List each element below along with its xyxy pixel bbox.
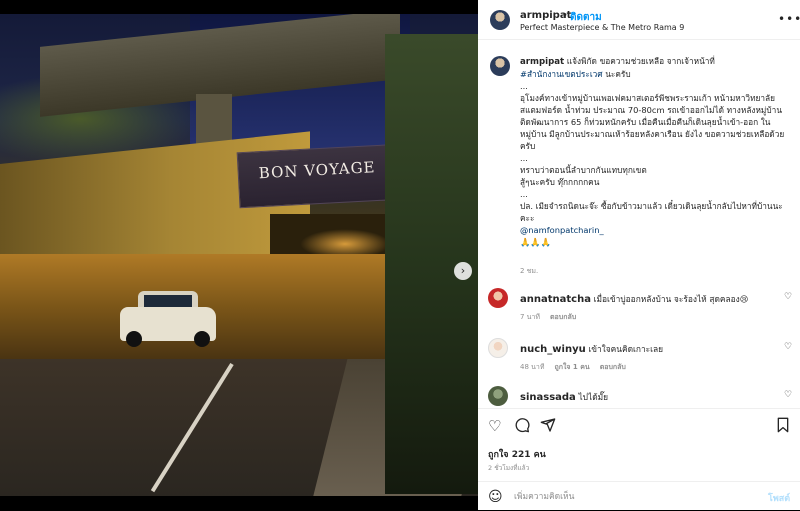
- comment-icon[interactable]: [514, 417, 530, 433]
- comment-text: เมื่อเข้าบู่ออกหลังบ้าน จะร้องไห้ สุดคลอ…: [590, 294, 749, 304]
- post-caption: armpipat แจ้งพิกัด ขอความช่วยเหลือ จากเจ…: [520, 55, 786, 248]
- chevron-right-icon[interactable]: ›: [454, 262, 472, 280]
- likes-suffix: คน: [530, 450, 546, 460]
- billboard-text: BON VOYAGE: [258, 158, 376, 183]
- caption-username[interactable]: armpipat: [520, 57, 564, 67]
- likes-prefix: ถูกใจ: [488, 450, 512, 460]
- suv-car: [120, 289, 216, 351]
- location-link[interactable]: Perfect Masterpiece & The Metro Rama 9: [520, 23, 684, 32]
- emoji-icon[interactable]: ☺: [488, 489, 503, 505]
- caption-emoji: 🙏🙏🙏: [520, 237, 551, 247]
- comment-likes[interactable]: ถูกใจ 1 คน: [554, 363, 589, 371]
- billboard: BON VOYAGE: [236, 143, 404, 209]
- heart-icon[interactable]: ♡: [784, 390, 792, 400]
- comment-text: ไปได้มั๊ย: [575, 392, 609, 402]
- comment-item: nuch_winyu เข้าใจคนคิดเกาะเลย 48 นาที ถูก…: [488, 338, 798, 378]
- comment-username[interactable]: nuch_winyu: [520, 344, 586, 355]
- reply-button[interactable]: ตอบกลับ: [550, 313, 576, 321]
- separator-dot: •: [562, 10, 568, 21]
- comment-time: 48 นาที: [520, 363, 545, 371]
- post-side-panel: armpipat • ติดตาม Perfect Masterpiece & …: [478, 0, 800, 510]
- like-count[interactable]: ถูกใจ 221 คน: [488, 447, 546, 461]
- comment-username[interactable]: annatnatcha: [520, 294, 591, 305]
- post-timestamp[interactable]: 2 ชั่วโมงที่แล้ว: [488, 463, 529, 473]
- post-header: armpipat • ติดตาม Perfect Masterpiece & …: [478, 0, 800, 40]
- avatar[interactable]: [488, 338, 508, 358]
- comment-text: เข้าใจคนคิดเกาะเลย: [585, 344, 664, 354]
- mention-link[interactable]: @namfonpatcharin_: [520, 225, 604, 235]
- post-actions: ♡ ถูกใจ 221 คน 2 ชั่วโมงที่แล้ว ☺ โพสต์: [478, 408, 800, 510]
- heart-icon[interactable]: ♡: [784, 342, 792, 352]
- heart-icon[interactable]: ♡: [488, 417, 501, 435]
- share-icon[interactable]: [540, 417, 556, 433]
- post-photo[interactable]: BON VOYAGE ›: [0, 14, 478, 496]
- likes-number: 221: [511, 450, 531, 460]
- reply-button[interactable]: ตอบกลับ: [600, 363, 626, 371]
- more-icon[interactable]: •••: [778, 12, 800, 26]
- heart-icon[interactable]: ♡: [784, 292, 792, 302]
- comment-item: annatnatcha เมื่อเข้าบู่ออกหลังบ้าน จะร้…: [488, 288, 798, 328]
- avatar[interactable]: [488, 288, 508, 308]
- comment-username[interactable]: sinassada: [520, 392, 576, 403]
- bookmark-icon[interactable]: [776, 417, 790, 433]
- caption-line2: นะครับ: [602, 69, 631, 79]
- comment-item: sinassada ไปได้มั๊ย ♡: [488, 386, 798, 406]
- caption-time: 2 ชม.: [520, 267, 539, 275]
- avatar[interactable]: [490, 10, 510, 30]
- caption-avatar[interactable]: [490, 56, 510, 76]
- caption-body: ... อุโมงค์ทางเข้าหมู่บ้านเพอเฟคมาสเตอร์…: [520, 81, 785, 223]
- comment-time: 7 นาที: [520, 313, 541, 321]
- post-comment-button[interactable]: โพสต์: [768, 491, 790, 505]
- avatar[interactable]: [488, 386, 508, 406]
- instagram-post-viewer: BON VOYAGE › armpipat • ติดตาม Perfect M…: [0, 0, 800, 510]
- hashtag-link[interactable]: #สำนักงานเขตประเวศ: [520, 69, 603, 79]
- comment-input[interactable]: [514, 488, 754, 506]
- caption-line1: แจ้งพิกัด ขอความช่วยเหลือ จากเจ้าหน้าที่: [564, 56, 715, 66]
- add-comment-bar: ☺ โพสต์: [478, 481, 800, 511]
